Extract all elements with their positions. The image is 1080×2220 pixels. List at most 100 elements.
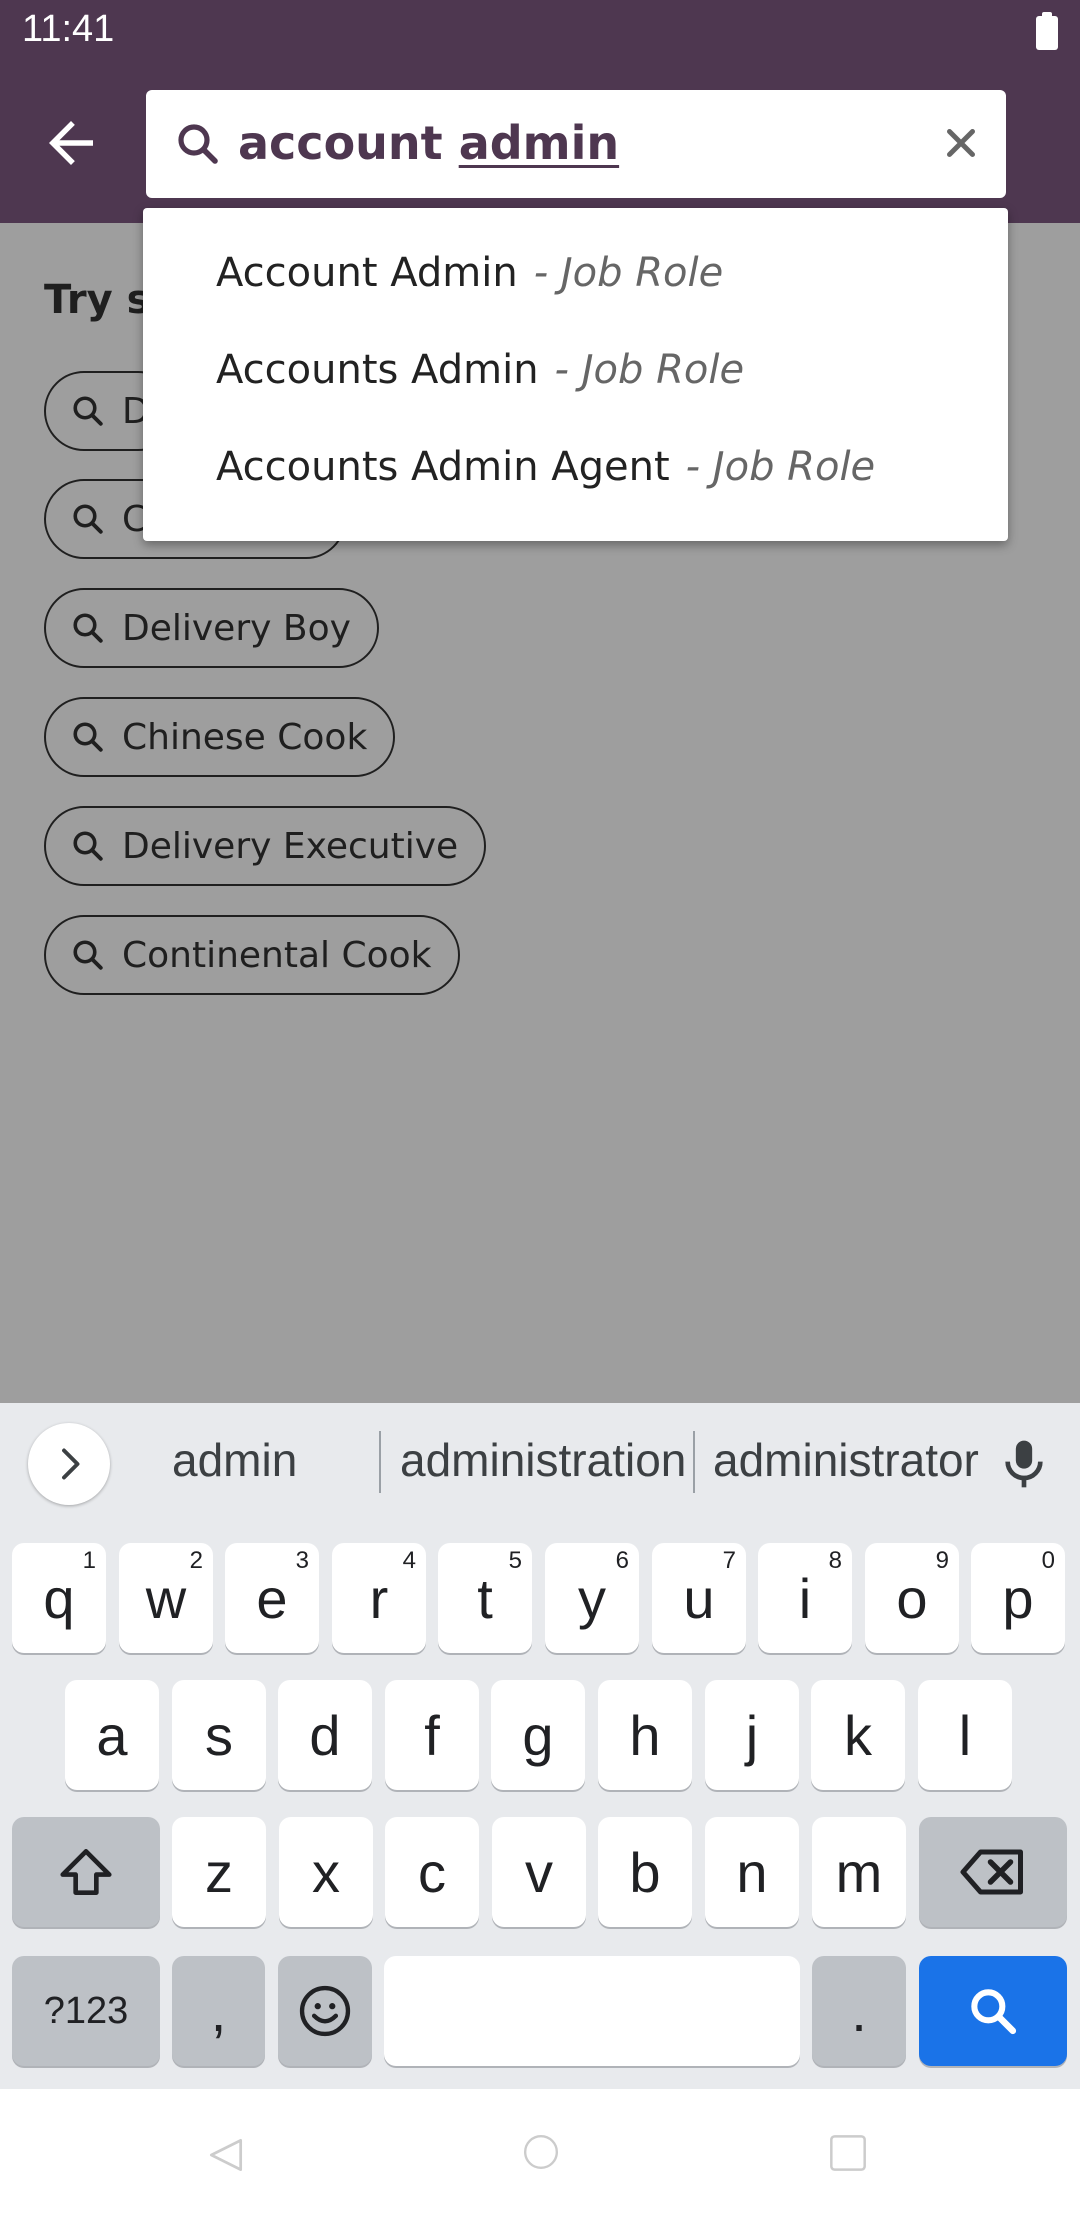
backspace-key[interactable] [919, 1817, 1067, 1927]
key-label: v [525, 1840, 553, 1904]
letter-key[interactable]: b [598, 1817, 692, 1927]
comma-key-label: , [210, 1979, 227, 2043]
key-number-hint: 9 [935, 1547, 949, 1574]
letter-key[interactable]: q1 [12, 1543, 106, 1653]
key-number-hint: 7 [722, 1547, 736, 1574]
key-label: r [369, 1566, 389, 1630]
nav-recents-icon[interactable] [828, 2133, 868, 2173]
search-field[interactable]: account admin [146, 90, 1006, 198]
letter-key[interactable]: z [172, 1817, 266, 1927]
backspace-icon [960, 1849, 1023, 1895]
letter-key[interactable]: t5 [438, 1543, 532, 1653]
letter-key[interactable]: d [278, 1680, 372, 1790]
search-icon [971, 1989, 1017, 2035]
autocomplete-item-title: Account Admin [216, 250, 518, 296]
keyboard-expand-button[interactable] [28, 1423, 110, 1505]
word-suggestion[interactable]: admin [172, 1433, 297, 1487]
key-number-hint: 0 [1041, 1547, 1055, 1574]
autocomplete-dropdown: Account Admin - Job Role Accounts Admin … [143, 208, 1008, 541]
letter-key[interactable]: g [491, 1680, 585, 1790]
letter-key[interactable]: s [172, 1680, 266, 1790]
key-number-hint: 3 [295, 1547, 309, 1574]
keyboard-suggestion-strip: admin administration administrator [0, 1403, 1080, 1523]
key-label: m [835, 1840, 883, 1904]
close-icon [947, 129, 975, 157]
letter-key[interactable]: c [385, 1817, 479, 1927]
battery-icon [1036, 12, 1058, 50]
nav-home-icon[interactable] [522, 2133, 560, 2171]
clear-search-button[interactable] [938, 120, 984, 166]
autocomplete-item-type: - Job Role [554, 347, 745, 393]
key-label: g [522, 1703, 554, 1767]
letter-key[interactable]: h [598, 1680, 692, 1790]
letter-key[interactable]: r4 [332, 1543, 426, 1653]
letter-key[interactable]: a [65, 1680, 159, 1790]
letter-key[interactable]: p0 [971, 1543, 1065, 1653]
letter-key[interactable]: u7 [652, 1543, 746, 1653]
autocomplete-item[interactable]: Account Admin - Job Role [216, 239, 723, 307]
emoji-icon [299, 1985, 351, 2037]
key-label: e [256, 1566, 288, 1630]
autocomplete-item[interactable]: Accounts Admin - Job Role [216, 336, 744, 404]
letter-key[interactable]: f [385, 1680, 479, 1790]
key-label: t [477, 1566, 493, 1630]
status-bar: 11:41 [0, 0, 1080, 66]
key-label: d [309, 1703, 341, 1767]
key-label: n [736, 1840, 768, 1904]
letter-key[interactable]: e3 [225, 1543, 319, 1653]
key-label: x [312, 1840, 340, 1904]
system-nav-bar [0, 2089, 1080, 2220]
symbols-key-label: ?123 [43, 1989, 129, 2032]
back-button[interactable] [38, 110, 104, 176]
letter-key[interactable]: y6 [545, 1543, 639, 1653]
period-key-label: . [851, 1979, 867, 2043]
key-label: l [958, 1703, 972, 1767]
key-label: q [43, 1566, 75, 1630]
key-label: f [424, 1703, 440, 1767]
letter-key[interactable]: o9 [865, 1543, 959, 1653]
key-number-hint: 6 [615, 1547, 629, 1574]
shift-key[interactable] [12, 1817, 160, 1927]
word-suggestion[interactable]: administrator [713, 1433, 979, 1487]
key-label: y [578, 1566, 606, 1630]
letter-key[interactable]: i8 [758, 1543, 852, 1653]
key-number-hint: 4 [402, 1547, 416, 1574]
key-number-hint: 1 [82, 1547, 96, 1574]
key-label: w [145, 1566, 187, 1630]
letter-key[interactable]: k [811, 1680, 905, 1790]
status-time: 11:41 [22, 8, 115, 50]
search-icon [178, 124, 218, 164]
autocomplete-item-type: - Job Role [533, 250, 724, 296]
soft-keyboard: admin administration administrator ?123 … [0, 1403, 1080, 2089]
voice-input-button[interactable] [996, 1433, 1052, 1495]
chevron-right-icon [62, 1448, 80, 1480]
arrow-left-icon [49, 121, 93, 165]
autocomplete-item[interactable]: Accounts Admin Agent - Job Role [216, 433, 875, 501]
symbols-key[interactable]: ?123 [12, 1956, 160, 2066]
autocomplete-item-title: Accounts Admin [216, 347, 539, 393]
letter-key[interactable]: m [812, 1817, 906, 1927]
key-label: c [418, 1840, 446, 1904]
letter-key[interactable]: j [705, 1680, 799, 1790]
search-query-text: account [238, 116, 443, 170]
search-input[interactable]: account admin [238, 114, 619, 172]
emoji-key[interactable] [278, 1956, 372, 2066]
key-number-hint: 8 [828, 1547, 842, 1574]
key-label: s [205, 1703, 233, 1767]
period-key[interactable]: . [812, 1956, 906, 2066]
nav-back-icon[interactable] [204, 2133, 248, 2177]
key-label: j [745, 1703, 759, 1767]
key-label: h [629, 1703, 661, 1767]
letter-key[interactable]: w2 [119, 1543, 213, 1653]
search-action-key[interactable] [919, 1956, 1067, 2066]
letter-key[interactable]: x [279, 1817, 373, 1927]
letter-key[interactable]: v [492, 1817, 586, 1927]
word-suggestion[interactable]: administration [400, 1433, 686, 1487]
letter-key[interactable]: l [918, 1680, 1012, 1790]
key-label: k [844, 1703, 872, 1767]
space-key[interactable] [384, 1956, 800, 2066]
key-number-hint: 5 [508, 1547, 522, 1574]
letter-key[interactable]: n [705, 1817, 799, 1927]
app-bar: account admin [0, 66, 1080, 223]
comma-key[interactable]: , [172, 1956, 265, 2066]
